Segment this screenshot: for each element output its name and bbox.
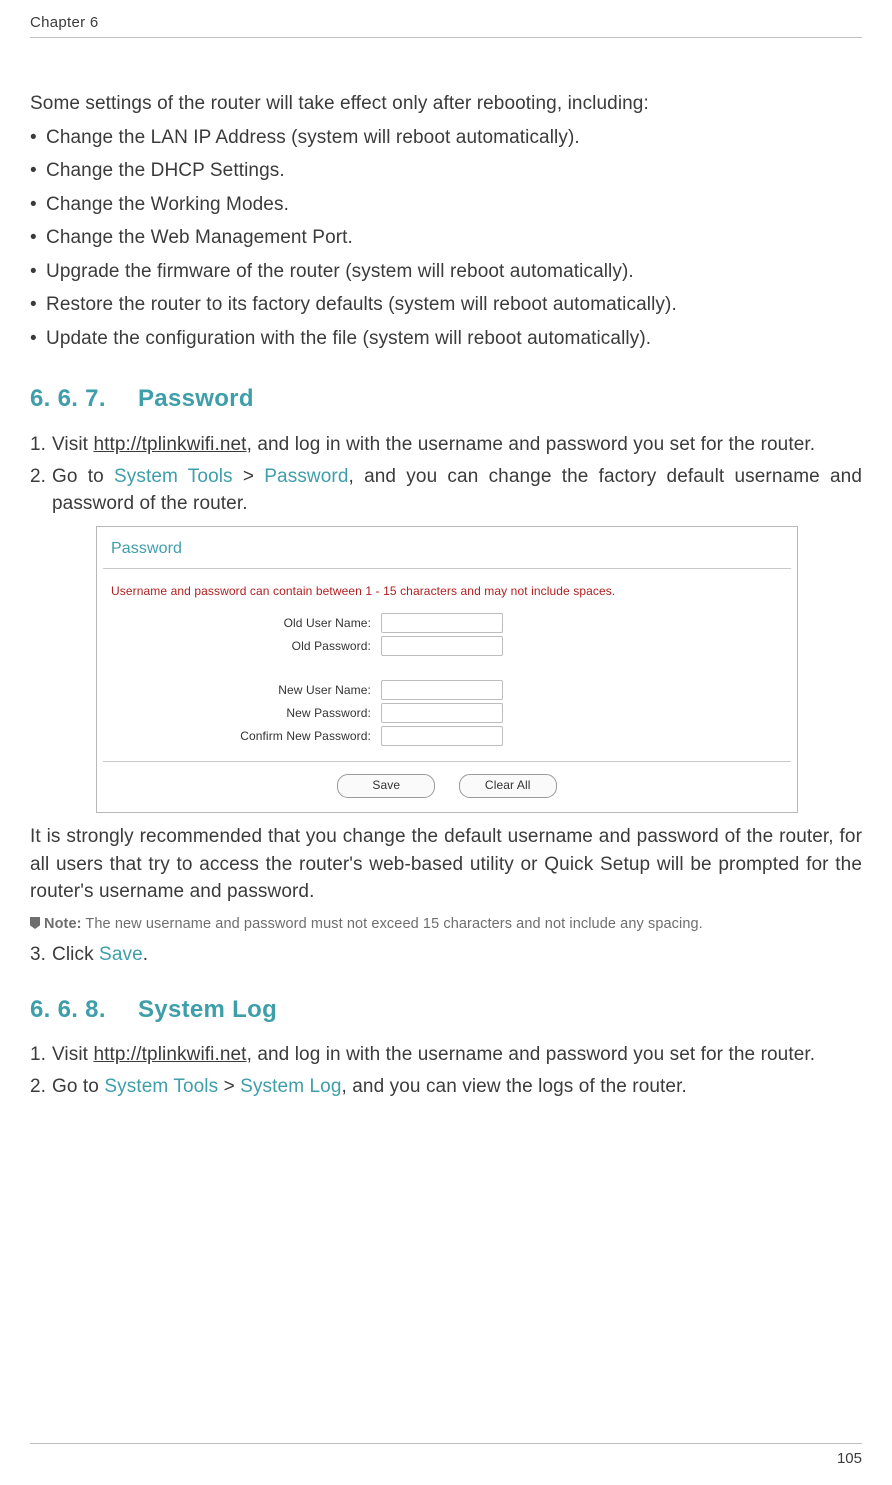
password-panel-screenshot: Password Username and password can conta… (96, 526, 862, 814)
step-text: , and log in with the username and passw… (247, 1044, 816, 1065)
action-save: Save (99, 944, 143, 965)
note-label: Note: (44, 916, 82, 932)
confirm-password-input[interactable] (381, 726, 503, 746)
panel-warning: Username and password can contain betwee… (97, 569, 797, 608)
save-button[interactable]: Save (337, 774, 435, 798)
step-1: 1. Visit http://tplinkwifi.net, and log … (30, 431, 862, 459)
page-content: Some settings of the router will take ef… (30, 38, 862, 1100)
section-title: Password (138, 385, 254, 412)
step-text: > (218, 1076, 240, 1097)
menu-path-system-tools: System Tools (104, 1076, 218, 1097)
list-item: Change the Web Management Port. (30, 224, 862, 252)
label-old-user-name: Old User Name: (111, 615, 381, 632)
intro-text: Some settings of the router will take ef… (30, 90, 862, 118)
label-old-password: Old Password: (111, 638, 381, 655)
note-text: The new username and password must not e… (82, 916, 703, 932)
page-number: 105 (837, 1450, 862, 1467)
step-text: , and log in with the username and passw… (247, 434, 816, 455)
step-3: 3. Click Save. (30, 941, 862, 969)
label-new-password: New Password: (111, 705, 381, 722)
step-text: > (233, 466, 265, 487)
menu-path-system-tools: System Tools (114, 466, 233, 487)
chapter-label: Chapter 6 (30, 14, 99, 31)
step-text: . (143, 944, 148, 965)
step-1: 1. Visit http://tplinkwifi.net, and log … (30, 1041, 862, 1069)
step-marker: 1. (30, 1041, 46, 1069)
panel-title: Password (97, 527, 797, 568)
list-item: Upgrade the firmware of the router (syst… (30, 258, 862, 286)
section-heading-password: 6. 6. 7.Password (30, 382, 862, 417)
step-2: 2. Go to System Tools > System Log, and … (30, 1073, 862, 1101)
section-heading-system-log: 6. 6. 8.System Log (30, 993, 862, 1028)
list-item: Restore the router to its factory defaul… (30, 291, 862, 319)
menu-path-password: Password (264, 466, 348, 487)
step-marker: 1. (30, 431, 46, 459)
section-number: 6. 6. 7. (30, 382, 138, 417)
label-confirm-password: Confirm New Password: (111, 728, 381, 745)
step-text: Go to (52, 466, 114, 487)
section-number: 6. 6. 8. (30, 993, 138, 1028)
step-marker: 2. (30, 463, 46, 491)
step-marker: 3. (30, 941, 46, 969)
clear-all-button[interactable]: Clear All (459, 774, 557, 798)
list-item: Change the DHCP Settings. (30, 157, 862, 185)
menu-path-system-log: System Log (240, 1076, 341, 1097)
list-item: Change the Working Modes. (30, 191, 862, 219)
list-item: Update the configuration with the file (… (30, 325, 862, 353)
new-password-input[interactable] (381, 703, 503, 723)
old-password-input[interactable] (381, 636, 503, 656)
page-footer: 105 (30, 1443, 862, 1467)
list-item: Change the LAN IP Address (system will r… (30, 124, 862, 152)
page-header: Chapter 6 (30, 0, 862, 38)
bookmark-icon (30, 917, 40, 929)
step-marker: 2. (30, 1073, 46, 1101)
step-text: Go to (52, 1076, 104, 1097)
tplink-url-link[interactable]: http://tplinkwifi.net (93, 434, 246, 455)
reboot-bullet-list: Change the LAN IP Address (system will r… (30, 124, 862, 353)
step-2: 2. Go to System Tools > Password, and yo… (30, 463, 862, 518)
recommendation-text: It is strongly recommended that you chan… (30, 823, 862, 906)
tplink-url-link[interactable]: http://tplinkwifi.net (93, 1044, 246, 1065)
step-text: , and you can view the logs of the route… (342, 1076, 687, 1097)
new-user-name-input[interactable] (381, 680, 503, 700)
step-text: Click (52, 944, 99, 965)
old-user-name-input[interactable] (381, 613, 503, 633)
section-title: System Log (138, 996, 277, 1023)
step-text: Visit (52, 434, 93, 455)
step-text: Visit (52, 1044, 93, 1065)
label-new-user-name: New User Name: (111, 682, 381, 699)
note-line: Note: The new username and password must… (30, 914, 862, 935)
